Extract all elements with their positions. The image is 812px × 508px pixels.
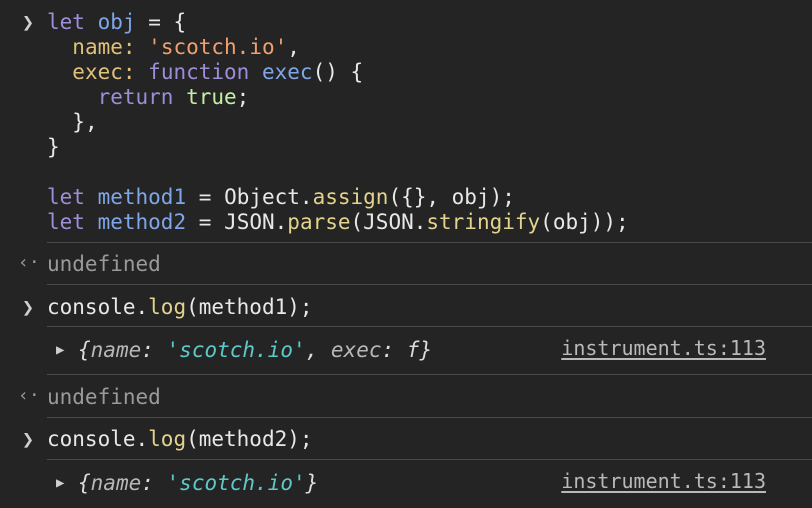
- code-line-1: let obj = {: [47, 10, 186, 35]
- args: (obj));: [540, 210, 629, 234]
- return-arrow-icon: ‹·: [18, 385, 40, 406]
- method-name: log: [148, 427, 187, 451]
- operator: =: [198, 185, 212, 209]
- object-key: exec: [330, 338, 382, 362]
- code-line-2: name: 'scotch.io',: [47, 35, 300, 60]
- object-ref: console.: [47, 427, 149, 451]
- chevron-right-icon: ❯: [21, 10, 35, 34]
- log-object-2[interactable]: {name: 'scotch.io'}: [78, 471, 318, 496]
- object-value-string: 'scotch.io': [166, 471, 306, 495]
- brace: {: [173, 10, 187, 34]
- triangle-right-icon[interactable]: ▶: [56, 342, 64, 358]
- brace: }: [419, 338, 433, 362]
- object-value-function: f: [406, 338, 420, 362]
- method-name: log: [148, 295, 187, 319]
- divider: [47, 459, 812, 460]
- property: name:: [72, 35, 136, 59]
- source-link[interactable]: instrument.ts:113: [561, 336, 766, 360]
- colon: :: [141, 338, 167, 362]
- brace: }: [47, 135, 60, 159]
- object-key: name: [90, 471, 142, 495]
- identifier: method2: [97, 210, 187, 234]
- colon: :: [141, 471, 167, 495]
- code-line-console-log-2: console.log(method2);: [47, 427, 313, 452]
- operator: =: [148, 10, 161, 34]
- semicolon: ;: [236, 85, 250, 109]
- keyword: let: [47, 210, 85, 234]
- result-undefined: undefined: [47, 385, 161, 409]
- property: exec:: [72, 60, 136, 84]
- method-name: stringify: [426, 210, 541, 234]
- code-line-3: exec: function exec() {: [47, 60, 363, 85]
- brace: {: [78, 338, 91, 362]
- object-ref: console.: [47, 295, 149, 319]
- code-line-6: }: [47, 135, 60, 160]
- args: ({}, obj);: [388, 185, 515, 209]
- code-line-9: let method2 = JSON.parse(JSON.stringify(…: [47, 210, 629, 235]
- identifier: method1: [97, 185, 187, 209]
- keyword: let: [47, 10, 85, 34]
- object-key: name: [90, 338, 142, 362]
- divider: [47, 417, 812, 418]
- args: (method2);: [186, 427, 313, 451]
- object-ref: JSON.: [224, 210, 288, 234]
- chevron-right-icon: ❯: [21, 427, 35, 451]
- object-ref: (JSON.: [350, 210, 427, 234]
- brace: {: [350, 60, 364, 84]
- chevron-right-icon: ❯: [21, 295, 35, 319]
- comma: ,: [305, 338, 331, 362]
- divider: [47, 374, 812, 375]
- method-name: assign: [312, 185, 389, 209]
- object-value-string: 'scotch.io': [166, 338, 306, 362]
- divider: [47, 284, 812, 285]
- keyword: let: [47, 185, 85, 209]
- code-line-4: return true;: [47, 85, 250, 110]
- comma: ,: [287, 35, 300, 59]
- keyword: return: [97, 85, 174, 109]
- parens: (): [312, 60, 338, 84]
- args: (method1);: [186, 295, 313, 319]
- method-name: parse: [287, 210, 351, 234]
- literal: true: [186, 85, 237, 109]
- string: 'scotch.io': [148, 35, 288, 59]
- code-line-5: },: [47, 110, 98, 135]
- result-undefined: undefined: [47, 252, 161, 276]
- divider: [47, 242, 812, 243]
- devtools-console: ❯ let obj = { name: 'scotch.io', exec: f…: [0, 0, 812, 508]
- function-name: exec: [261, 60, 313, 84]
- source-link[interactable]: instrument.ts:113: [561, 469, 766, 493]
- operator: =: [198, 210, 212, 234]
- colon: :: [381, 338, 407, 362]
- identifier: obj: [97, 10, 136, 34]
- divider: [47, 326, 812, 327]
- log-object-1[interactable]: {name: 'scotch.io', exec: f}: [78, 338, 432, 363]
- brace: {: [78, 471, 91, 495]
- brace: },: [72, 110, 98, 134]
- return-arrow-icon: ‹·: [18, 252, 40, 273]
- object-ref: Object.: [224, 185, 313, 209]
- code-line-console-log-1: console.log(method1);: [47, 295, 313, 320]
- triangle-right-icon[interactable]: ▶: [56, 475, 64, 491]
- brace: }: [305, 471, 319, 495]
- keyword: function: [148, 60, 250, 84]
- code-line-8: let method1 = Object.assign({}, obj);: [47, 185, 515, 210]
